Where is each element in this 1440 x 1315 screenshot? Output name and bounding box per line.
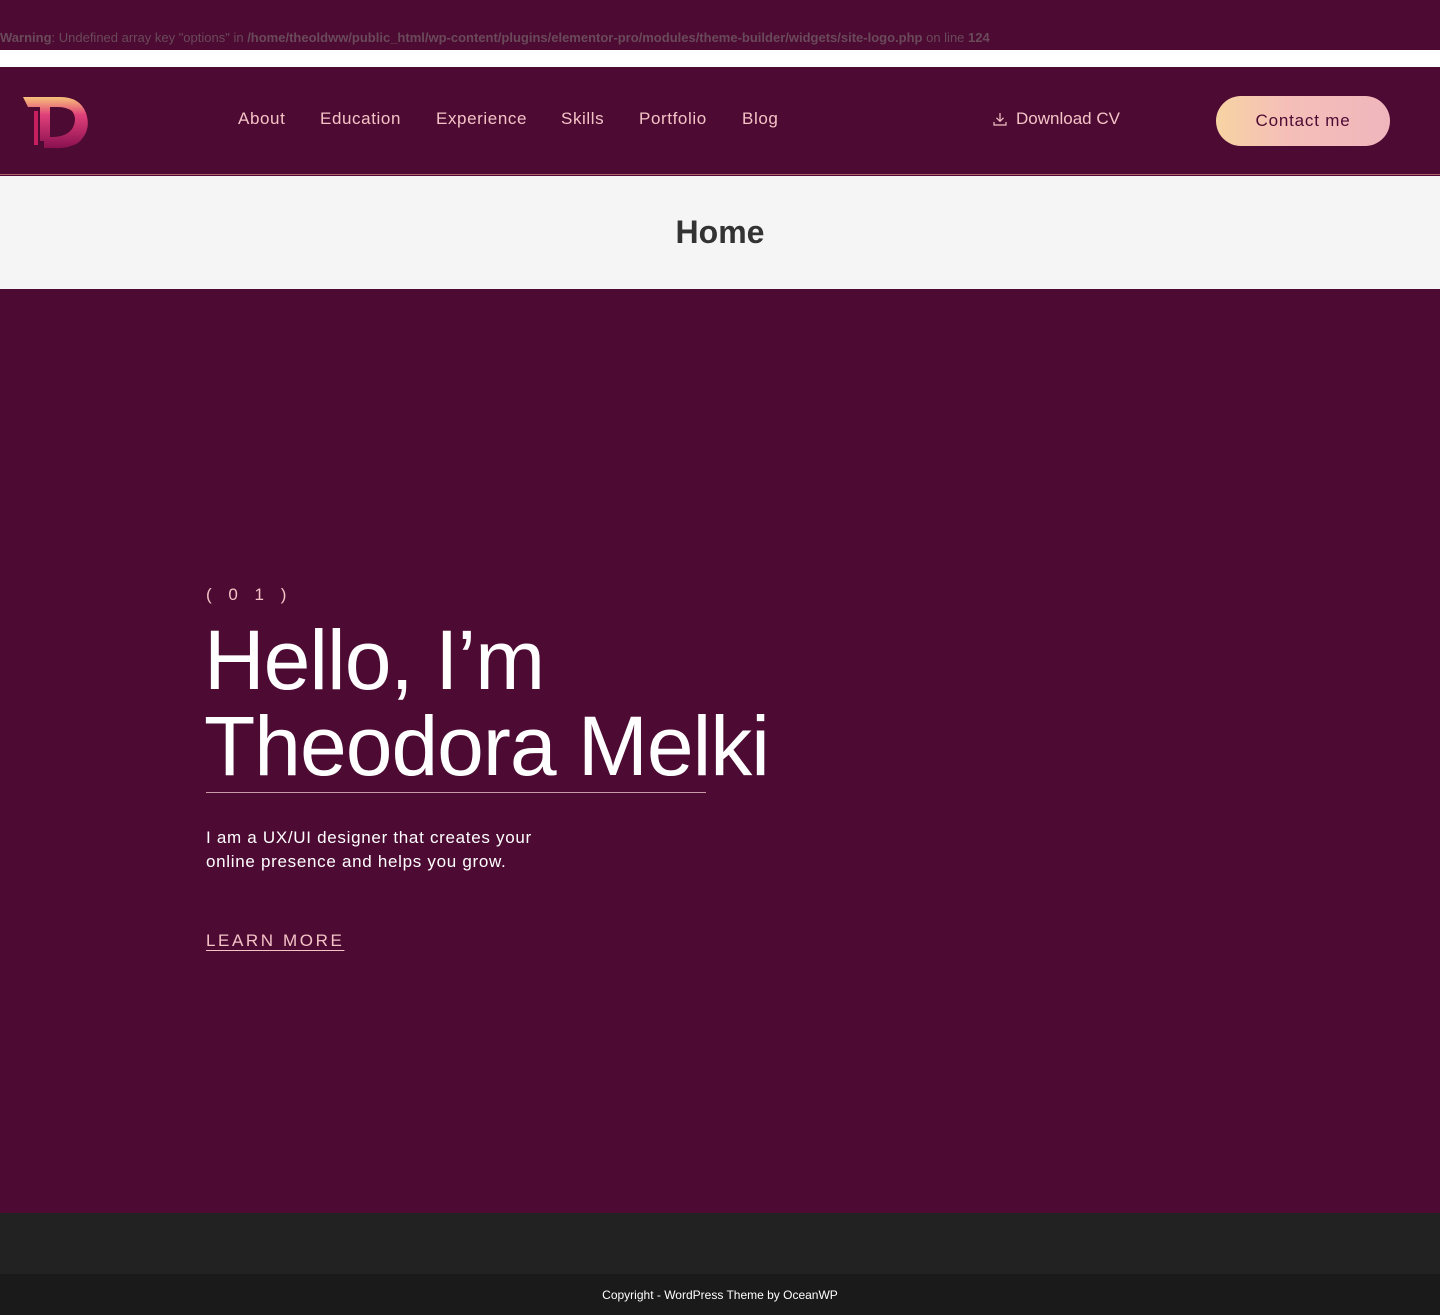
download-icon [993,113,1007,126]
footer-bottom: Copyright - WordPress Theme by OceanWP [0,1274,1440,1315]
php-warning-text: Warning: Undefined array key "options" i… [0,30,990,45]
hero-description: I am a UX/UI designer that creates your … [206,826,566,874]
warning-on-line: on line [922,30,969,45]
hero-heading: Hello, I’m Theodora Melki [204,617,770,789]
hero-heading-line1: Hello, I’m [204,613,545,707]
copyright-text: Copyright - WordPress Theme by OceanWP [602,1287,838,1302]
learn-more-link[interactable]: LEARN MORE [206,931,344,951]
download-cv-link[interactable]: Download CV [992,109,1120,129]
nav-experience[interactable]: Experience [436,109,527,129]
download-cv-label: Download CV [1016,109,1120,128]
section-number: ( 0 1 ) [206,585,293,604]
site-logo[interactable] [20,91,94,153]
warning-line-number: 124 [968,30,990,45]
hero-description-line2: online presence and helps you grow. [206,852,507,871]
heading-divider [206,792,706,793]
site-header: About Education Experience Skills Portfo… [0,67,1440,175]
hero-heading-line2: Theodora Melki [204,699,770,793]
hero-section: ( 0 1 ) Hello, I’m Theodora Melki I am a… [0,289,1440,1213]
nav-skills[interactable]: Skills [561,109,604,129]
hero-description-line1: I am a UX/UI designer that creates your [206,828,532,847]
nav-blog[interactable]: Blog [742,109,778,129]
contact-me-button[interactable]: Contact me [1216,96,1390,146]
td-logo-icon [23,97,88,149]
footer-widgets [0,1213,1440,1274]
page-title-band: Home [0,176,1440,289]
warning-label: Warning [0,30,52,45]
white-strip [0,50,1440,67]
page-title: Home [675,214,765,250]
nav-portfolio[interactable]: Portfolio [639,109,707,129]
nav-about[interactable]: About [238,109,285,129]
warning-message: : Undefined array key "options" in [51,30,248,45]
nav-education[interactable]: Education [320,109,401,129]
warning-file-path: /home/theoldww/public_html/wp-content/pl… [247,30,923,45]
php-warning-bar: Warning: Undefined array key "options" i… [0,0,1440,50]
